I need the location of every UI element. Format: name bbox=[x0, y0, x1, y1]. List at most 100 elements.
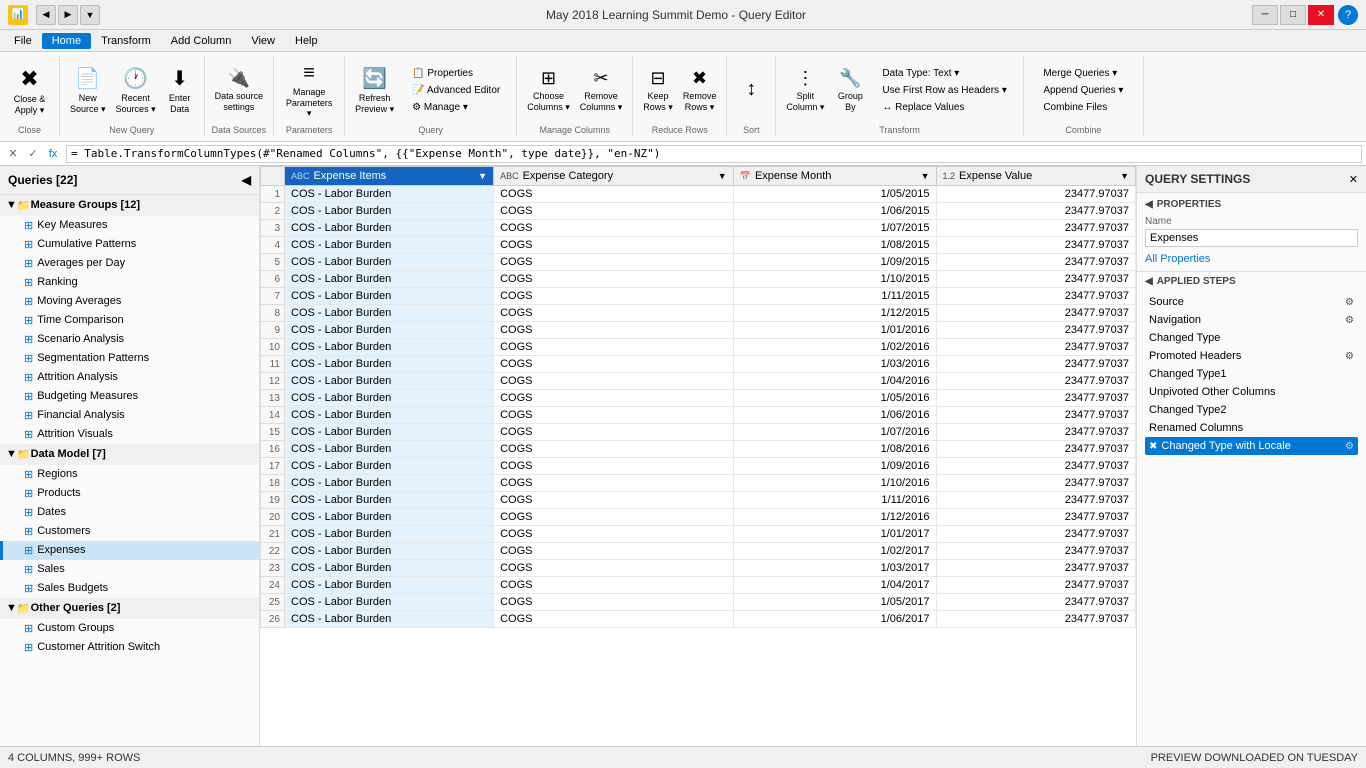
sidebar-item-attrition-analysis[interactable]: ⊞ Attrition Analysis bbox=[0, 368, 259, 387]
replace-values-btn[interactable]: ↔ Replace Values bbox=[876, 100, 1013, 115]
sidebar-item-customers[interactable]: ⊞ Customers bbox=[0, 522, 259, 541]
menu-file[interactable]: File bbox=[4, 33, 42, 49]
sidebar-group-header-data-model[interactable]: ▼ 📁 Data Model [7] bbox=[0, 444, 259, 465]
expense-items-filter-icon[interactable]: ▼ bbox=[478, 171, 487, 181]
data-type-btn[interactable]: Data Type: Text ▾ bbox=[876, 66, 1013, 81]
recent-sources-btn[interactable]: 🕐 RecentSources ▾ bbox=[112, 59, 160, 123]
formula-confirm-btn[interactable]: ✓ bbox=[24, 145, 42, 163]
formula-cancel-btn[interactable]: ✕ bbox=[4, 145, 22, 163]
applied-step-item[interactable]: ✖ Changed Type with Locale⚙ bbox=[1145, 437, 1358, 455]
name-input[interactable] bbox=[1145, 229, 1358, 247]
applied-step-item[interactable]: Changed Type1 bbox=[1145, 365, 1358, 383]
formula-fx-btn[interactable]: fx bbox=[44, 145, 62, 163]
new-source-btn[interactable]: 📄 NewSource ▾ bbox=[66, 59, 110, 123]
formula-input[interactable] bbox=[66, 145, 1362, 163]
applied-step-item[interactable]: Promoted Headers⚙ bbox=[1145, 347, 1358, 365]
expense-month-filter-icon[interactable]: ▼ bbox=[921, 171, 930, 181]
expense-category-filter-icon[interactable]: ▼ bbox=[718, 171, 727, 181]
remove-rows-btn[interactable]: ✖ RemoveRows ▾ bbox=[679, 59, 721, 123]
table-container[interactable]: ABC Expense Items ▼ ABC Expense Category… bbox=[260, 166, 1136, 746]
choose-columns-btn[interactable]: ⊞ ChooseColumns ▾ bbox=[523, 59, 574, 123]
sidebar-item-key-measures[interactable]: ⊞ Key Measures bbox=[0, 216, 259, 235]
collapse-btn[interactable]: ◀ bbox=[242, 173, 251, 187]
minimize-btn[interactable]: ─ bbox=[1252, 5, 1278, 25]
split-column-btn[interactable]: ⋮ SplitColumn ▾ bbox=[782, 59, 828, 123]
menu-add-column[interactable]: Add Column bbox=[161, 33, 242, 49]
window-controls[interactable]: ─ □ ✕ bbox=[1252, 5, 1334, 25]
menu-view[interactable]: View bbox=[241, 33, 285, 49]
sidebar-item-budgeting-measures[interactable]: ⊞ Budgeting Measures bbox=[0, 387, 259, 406]
applied-step-item[interactable]: Changed Type bbox=[1145, 329, 1358, 347]
sidebar-item-attrition-visuals[interactable]: ⊞ Attrition Visuals bbox=[0, 425, 259, 444]
col-header-expense-month[interactable]: 📅 Expense Month ▼ bbox=[733, 167, 936, 186]
step-gear-icon[interactable]: ⚙ bbox=[1345, 441, 1354, 452]
col-header-expense-value[interactable]: 1.2 Expense Value ▼ bbox=[936, 167, 1135, 186]
averages-per-day-label: Averages per Day bbox=[37, 257, 125, 269]
close-btn[interactable]: ✕ bbox=[1308, 5, 1334, 25]
back-btn[interactable]: ◀ bbox=[36, 5, 56, 25]
applied-step-item[interactable]: Renamed Columns bbox=[1145, 419, 1358, 437]
close-apply-btn[interactable]: ✖ Close &Apply ▾ bbox=[10, 59, 50, 123]
sidebar-item-sales[interactable]: ⊞ Sales bbox=[0, 560, 259, 579]
applied-step-item[interactable]: Navigation⚙ bbox=[1145, 311, 1358, 329]
menu-home[interactable]: Home bbox=[42, 33, 91, 49]
sidebar-item-scenario-analysis[interactable]: ⊞ Scenario Analysis bbox=[0, 330, 259, 349]
query-settings-close-btn[interactable]: ✕ bbox=[1349, 173, 1358, 186]
sidebar-item-expenses[interactable]: ⊞ Expenses bbox=[0, 541, 259, 560]
applied-step-item[interactable]: Changed Type2 bbox=[1145, 401, 1358, 419]
step-gear-icon[interactable]: ⚙ bbox=[1345, 351, 1354, 362]
group-by-btn[interactable]: 🔧 GroupBy bbox=[832, 59, 868, 123]
row-number: 18 bbox=[261, 475, 285, 492]
sidebar-item-regions[interactable]: ⊞ Regions bbox=[0, 465, 259, 484]
maximize-btn[interactable]: □ bbox=[1280, 5, 1306, 25]
help-btn[interactable]: ? bbox=[1338, 5, 1358, 25]
sidebar-item-ranking[interactable]: ⊞ Ranking bbox=[0, 273, 259, 292]
menu-help[interactable]: Help bbox=[285, 33, 328, 49]
properties-btn[interactable]: 📋 Properties bbox=[406, 66, 506, 81]
applied-step-item[interactable]: Source⚙ bbox=[1145, 293, 1358, 311]
sidebar-item-customer-attrition-switch[interactable]: ⊞ Customer Attrition Switch bbox=[0, 638, 259, 657]
expense-category-type-icon: ABC bbox=[500, 171, 519, 181]
enter-data-btn[interactable]: ⬇ EnterData bbox=[162, 59, 198, 123]
step-gear-icon[interactable]: ⚙ bbox=[1345, 315, 1354, 326]
keep-rows-btn[interactable]: ⊟ KeepRows ▾ bbox=[639, 59, 677, 123]
combine-files-btn[interactable]: Combine Files bbox=[1037, 100, 1129, 115]
sidebar-group-header-other-queries[interactable]: ▼ 📁 Other Queries [2] bbox=[0, 598, 259, 619]
sidebar-item-sales-budgets[interactable]: ⊞ Sales Budgets bbox=[0, 579, 259, 598]
forward-btn[interactable]: ▶ bbox=[58, 5, 78, 25]
sidebar-item-dates[interactable]: ⊞ Dates bbox=[0, 503, 259, 522]
customer-attrition-icon: ⊞ bbox=[24, 641, 33, 654]
sidebar-scroll[interactable]: ▼ 📁 Measure Groups [12] ⊞ Key Measures ⊞… bbox=[0, 195, 259, 746]
manage-params-btn[interactable]: ≡ ManageParameters ▾ bbox=[280, 59, 338, 123]
col-header-expense-category[interactable]: ABC Expense Category ▼ bbox=[494, 167, 734, 186]
merge-queries-btn[interactable]: Merge Queries ▾ bbox=[1037, 66, 1129, 81]
step-name: Changed Type1 bbox=[1149, 368, 1354, 380]
menu-transform[interactable]: Transform bbox=[91, 33, 161, 49]
step-gear-icon[interactable]: ⚙ bbox=[1345, 297, 1354, 308]
manage-btn[interactable]: ⚙ Manage ▾ bbox=[406, 100, 506, 115]
dropdown-btn[interactable]: ▼ bbox=[80, 5, 100, 25]
all-properties-link[interactable]: All Properties bbox=[1145, 253, 1210, 265]
sidebar-item-averages-per-day[interactable]: ⊞ Averages per Day bbox=[0, 254, 259, 273]
append-queries-btn[interactable]: Append Queries ▾ bbox=[1037, 83, 1129, 98]
use-first-row-btn[interactable]: Use First Row as Headers ▾ bbox=[876, 83, 1013, 98]
refresh-preview-btn[interactable]: 🔄 RefreshPreview ▾ bbox=[351, 59, 398, 123]
col-header-expense-items[interactable]: ABC Expense Items ▼ bbox=[285, 167, 494, 186]
data-source-settings-btn[interactable]: 🔌 Data sourcesettings bbox=[211, 59, 268, 123]
sidebar-item-segmentation-patterns[interactable]: ⊞ Segmentation Patterns bbox=[0, 349, 259, 368]
row-selector-header bbox=[261, 167, 285, 186]
sidebar-item-time-comparison[interactable]: ⊞ Time Comparison bbox=[0, 311, 259, 330]
sidebar-group-header-measure-groups[interactable]: ▼ 📁 Measure Groups [12] bbox=[0, 195, 259, 216]
cell-expense-value: 23477.97037 bbox=[936, 611, 1135, 628]
sidebar-item-moving-averages[interactable]: ⊞ Moving Averages bbox=[0, 292, 259, 311]
sidebar-item-products[interactable]: ⊞ Products bbox=[0, 484, 259, 503]
advanced-editor-btn[interactable]: 📝 Advanced Editor bbox=[406, 83, 506, 98]
title-bar-controls[interactable]: 📊 ◀ ▶ ▼ bbox=[8, 5, 100, 25]
sidebar-item-custom-groups[interactable]: ⊞ Custom Groups bbox=[0, 619, 259, 638]
sort-btn[interactable]: ↕ bbox=[733, 59, 769, 123]
expense-value-filter-icon[interactable]: ▼ bbox=[1120, 171, 1129, 181]
remove-columns-btn[interactable]: ✂ RemoveColumns ▾ bbox=[576, 59, 627, 123]
sidebar-item-cumulative-patterns[interactable]: ⊞ Cumulative Patterns bbox=[0, 235, 259, 254]
sidebar-item-financial-analysis[interactable]: ⊞ Financial Analysis bbox=[0, 406, 259, 425]
applied-step-item[interactable]: Unpivoted Other Columns bbox=[1145, 383, 1358, 401]
